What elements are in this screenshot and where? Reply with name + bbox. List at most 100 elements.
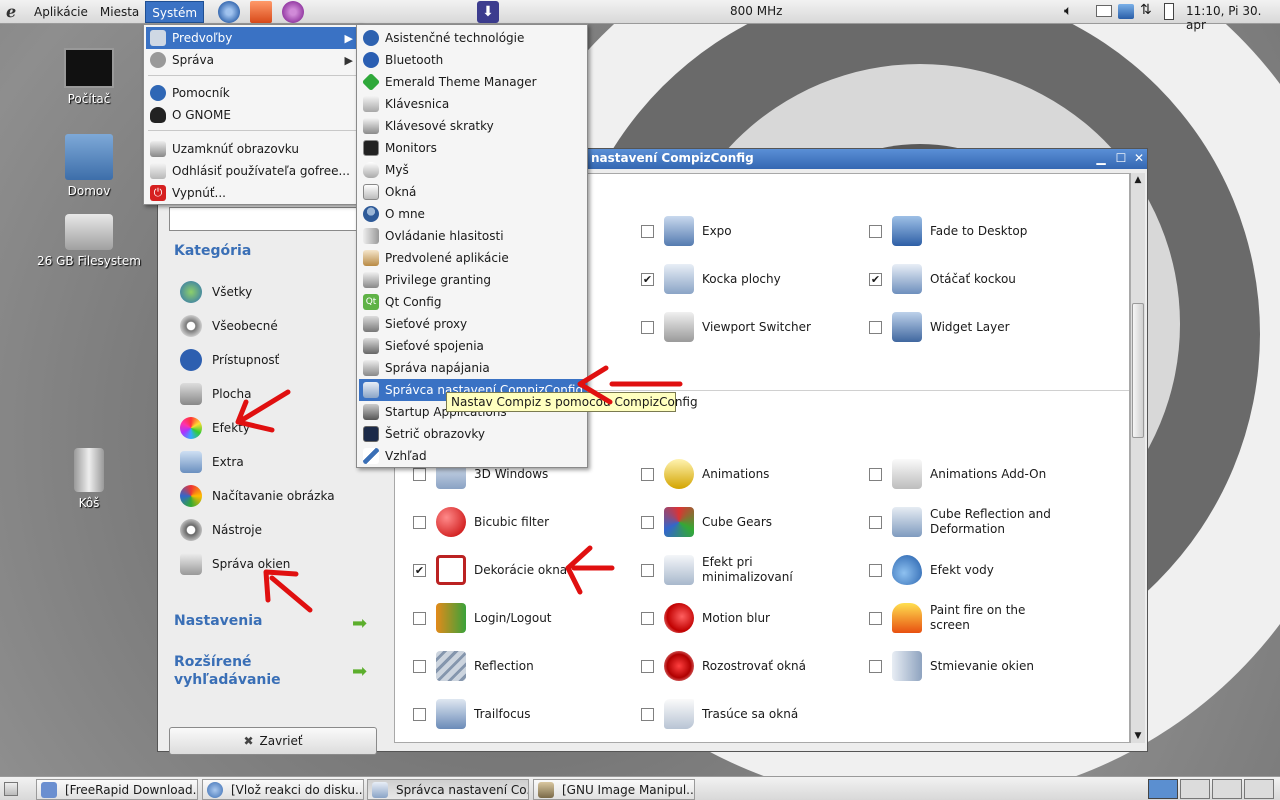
plugin-checkbox[interactable] <box>413 467 426 481</box>
plugin-minimize-effect[interactable]: Efekt pri minimalizovaní <box>641 553 826 587</box>
category-general[interactable]: Všeobecné <box>180 313 360 339</box>
submenu-item-power-management[interactable]: Správa napájania <box>359 357 587 379</box>
plugin-desktop-cube[interactable]: ✔ Kocka plochy <box>641 262 826 296</box>
plugin-checkbox[interactable]: ✔ <box>641 272 654 286</box>
plugin-checkbox[interactable]: ✔ <box>869 272 882 286</box>
maximize-icon[interactable]: ☐ <box>1114 151 1128 165</box>
plugin-cube-gears[interactable]: Cube Gears <box>641 505 826 539</box>
submenu-item-preferred-applications[interactable]: Predvolené aplikácie <box>359 247 587 269</box>
plugin-checkbox[interactable] <box>641 224 654 238</box>
plugin-login-logout[interactable]: Login/Logout <box>413 601 598 635</box>
submenu-item-keyboard-shortcuts[interactable]: Klávesové skratky <box>359 115 587 137</box>
category-accessibility[interactable]: Prístupnosť <box>180 347 360 373</box>
category-all[interactable]: Všetky <box>180 279 360 305</box>
plugin-animations-addon[interactable]: Animations Add-On <box>869 457 1054 491</box>
chat-launcher-icon[interactable] <box>282 0 305 23</box>
plugin-bicubic-filter[interactable]: Bicubic filter <box>413 505 598 539</box>
scroll-up-icon[interactable]: ▲ <box>1131 173 1145 187</box>
advanced-search-heading[interactable]: Rozšírené vyhľadávanie <box>174 653 304 689</box>
submenu-item-windows[interactable]: Okná <box>359 181 587 203</box>
workspace-2[interactable] <box>1180 779 1210 799</box>
menu-item-lock-screen[interactable]: Uzamknúť obrazovku <box>146 138 359 160</box>
plugin-checkbox[interactable] <box>641 707 654 721</box>
plugin-rotate-cube[interactable]: ✔ Otáčať kockou <box>869 262 1054 296</box>
menu-item-administration[interactable]: Správa ▶ <box>146 49 359 71</box>
plugin-checkbox[interactable] <box>413 515 426 529</box>
plugin-checkbox[interactable] <box>869 563 882 577</box>
plugin-checkbox[interactable] <box>413 611 426 625</box>
plugin-viewport-switcher[interactable]: Viewport Switcher <box>641 310 826 344</box>
submenu-item-privilege-granting[interactable]: Privilege granting <box>359 269 587 291</box>
plugin-checkbox[interactable] <box>869 224 882 238</box>
category-utility[interactable]: Nástroje <box>180 517 360 543</box>
submenu-item-network-proxy[interactable]: Sieťové proxy <box>359 313 587 335</box>
menu-applications[interactable]: Aplikácie <box>28 1 94 23</box>
plugin-checkbox[interactable] <box>413 707 426 721</box>
network-icon[interactable] <box>1118 4 1134 19</box>
browser-launcher-icon[interactable] <box>218 0 241 23</box>
download-launcher-icon[interactable]: ⬇ <box>477 1 499 23</box>
task-browser[interactable]: [Vlož reakci do disku... <box>202 779 364 800</box>
search-input[interactable] <box>169 207 359 231</box>
workspace-4[interactable] <box>1244 779 1274 799</box>
arrow-right-icon[interactable]: ➡ <box>352 615 374 633</box>
menu-item-about-gnome[interactable]: O GNOME <box>146 104 359 126</box>
plugin-animations[interactable]: Animations <box>641 457 826 491</box>
mail-icon[interactable] <box>1096 5 1112 17</box>
plugin-cube-reflection[interactable]: Cube Reflection and Deformation <box>869 505 1054 539</box>
plugin-blur-windows[interactable]: Rozostrovať okná <box>641 649 826 683</box>
plugin-wobbly-windows[interactable]: Trasúce sa okná <box>641 697 826 731</box>
plugin-expo[interactable]: Expo <box>641 214 826 248</box>
category-extra[interactable]: Extra <box>180 449 360 475</box>
submenu-item-bluetooth[interactable]: Bluetooth <box>359 49 587 71</box>
plugin-checkbox[interactable]: ✔ <box>413 563 426 577</box>
submenu-item-qt-config[interactable]: Qt Qt Config <box>359 291 587 313</box>
plugin-checkbox[interactable] <box>869 515 882 529</box>
task-gimp[interactable]: [GNU Image Manipul... <box>533 779 695 800</box>
plugin-checkbox[interactable] <box>641 659 654 673</box>
menu-item-help[interactable]: Pomocník <box>146 82 359 104</box>
plugin-fade-to-desktop[interactable]: Fade to Desktop <box>869 214 1054 248</box>
plugin-widget-layer[interactable]: Widget Layer <box>869 310 1054 344</box>
arrow-right-icon[interactable]: ➡ <box>352 663 374 681</box>
plugin-reflection[interactable]: Reflection <box>413 649 598 683</box>
submenu-item-appearance[interactable]: Vzhľad <box>359 445 587 467</box>
plugin-paint-fire[interactable]: Paint fire on the screen <box>869 601 1054 635</box>
plugin-checkbox[interactable] <box>869 659 882 673</box>
desktop-icon-computer[interactable]: Počítač <box>34 48 144 106</box>
plugin-window-decoration[interactable]: ✔ Dekorácie okna <box>413 553 598 587</box>
plugin-checkbox[interactable] <box>869 611 882 625</box>
plugin-checkbox[interactable] <box>641 515 654 529</box>
category-desktop[interactable]: Plocha <box>180 381 360 407</box>
category-image-loading[interactable]: Načítavanie obrázka <box>180 483 360 509</box>
settings-heading[interactable]: Nastavenia <box>174 613 262 629</box>
submenu-item-volume-control[interactable]: Ovládanie hlasitosti <box>359 225 587 247</box>
menu-item-logout[interactable]: Odhlásiť používateľa gofree... <box>146 160 359 182</box>
plugin-checkbox[interactable] <box>641 611 654 625</box>
desktop-icon-trash[interactable]: Kôš <box>34 448 144 510</box>
scroll-down-icon[interactable]: ▼ <box>1131 729 1145 743</box>
submenu-item-assistive-technologies[interactable]: Asistenčné technológie <box>359 27 587 49</box>
category-window-management[interactable]: Správa okien <box>180 551 360 577</box>
submenu-item-keyboard[interactable]: Klávesnica <box>359 93 587 115</box>
task-compizconfig[interactable]: Správca nastavení Co... <box>367 779 529 800</box>
menu-places[interactable]: Miesta <box>94 1 145 23</box>
submenu-item-monitors[interactable]: Monitors <box>359 137 587 159</box>
scroll-thumb[interactable] <box>1132 303 1144 438</box>
submenu-item-network-connections[interactable]: Sieťové spojenia <box>359 335 587 357</box>
menu-system[interactable]: Systém <box>145 0 205 23</box>
home-launcher-icon[interactable] <box>250 0 273 23</box>
plugin-checkbox[interactable] <box>413 659 426 673</box>
submenu-item-about-me[interactable]: O mne <box>359 203 587 225</box>
transfer-icon[interactable]: ⇅ <box>1140 2 1152 18</box>
battery-icon[interactable] <box>1164 3 1174 20</box>
workspace-1[interactable] <box>1148 779 1178 799</box>
menu-item-preferences[interactable]: Predvoľby ▶ <box>146 27 359 49</box>
category-effects[interactable]: Efekty <box>180 415 360 441</box>
close-icon[interactable]: ✕ <box>1132 151 1146 165</box>
plugin-motion-blur[interactable]: Motion blur <box>641 601 826 635</box>
plugin-checkbox[interactable] <box>641 467 654 481</box>
scrollbar[interactable]: ▲ ▼ <box>1130 173 1145 743</box>
close-button[interactable]: ✖ Zavrieť <box>169 727 377 755</box>
clock[interactable]: 11:10, Pi 30. apr <box>1186 4 1280 32</box>
